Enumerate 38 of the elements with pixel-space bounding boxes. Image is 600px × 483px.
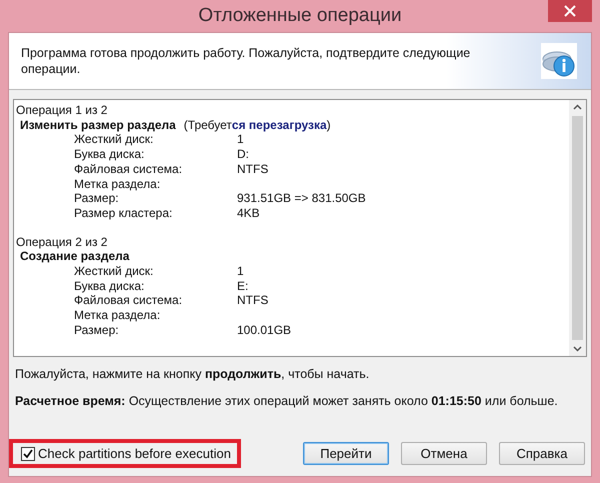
- dialog-button[interactable]: Справка: [499, 442, 585, 465]
- detail-value: NTFS: [237, 162, 270, 177]
- detail-label: Файловая система:: [74, 293, 184, 308]
- detail-label: Метка раздела:: [74, 308, 162, 323]
- operation-counter: Операция 1 из 2: [16, 103, 108, 118]
- dialog-button[interactable]: Перейти: [303, 442, 389, 465]
- dialog-button[interactable]: Отмена: [401, 442, 487, 465]
- detail-value: 1: [237, 132, 245, 148]
- estimate-text: Расчетное время: Осуществление этих операций может занять около 01:15:50 или больше.: [14, 394, 559, 408]
- window-title: Отложенные операции: [198, 5, 402, 27]
- detail-label: Жесткий диск:: [74, 132, 154, 148]
- close-icon: [564, 5, 576, 17]
- detail-label: Размер кластера:: [74, 206, 174, 221]
- detail-label: Жесткий диск:: [74, 264, 154, 279]
- header-message: Программа готова продолжить работу. Пожалуйста, подтвердите следующие операции.: [21, 45, 472, 77]
- detail-label: Буква диска:: [74, 147, 146, 162]
- instruction-text: Пожалуйста, нажмите на кнопку продолжить, чтобы начать.: [14, 367, 370, 381]
- scroll-thumb[interactable]: [572, 116, 583, 340]
- detail-label: Буква диска:: [74, 278, 146, 294]
- detail-value: 4KB: [237, 206, 261, 221]
- detail-label: Метка раздела:: [74, 176, 162, 192]
- detail-label: Размер:: [74, 322, 120, 338]
- scrollbar[interactable]: [569, 100, 586, 356]
- restart-note: (Требуется перезагрузка): [184, 118, 331, 132]
- checkbox-label[interactable]: Check partitions before execution: [38, 446, 231, 461]
- detail-value: 1: [237, 264, 245, 279]
- detail-value: 931.51GB => 831.50GB: [237, 191, 367, 206]
- detail-value: E:: [237, 278, 250, 294]
- operation-title: Создание раздела: [20, 249, 130, 264]
- detail-label: Размер:: [74, 191, 120, 206]
- checkbox[interactable]: [21, 446, 35, 460]
- operation-title: Изменить размер раздела: [20, 118, 176, 132]
- detail-value: 100.01GB: [237, 322, 292, 338]
- detail-value: NTFS: [237, 293, 270, 308]
- detail-label: Файловая система:: [74, 162, 184, 177]
- close-button[interactable]: [548, 0, 592, 22]
- operation-counter: Операция 2 из 2: [16, 234, 108, 250]
- detail-value: D:: [237, 147, 250, 162]
